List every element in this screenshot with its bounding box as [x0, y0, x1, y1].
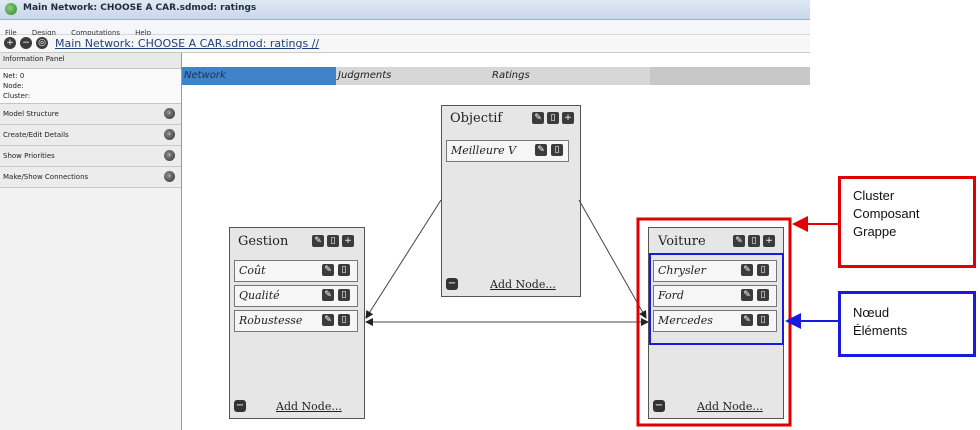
- section-model-structure[interactable]: Model Structure ›: [0, 104, 181, 125]
- annotation-line: Composant: [853, 206, 920, 221]
- expand-icon[interactable]: ›: [164, 108, 175, 119]
- edit-icon[interactable]: ✎: [733, 235, 745, 247]
- section-label: Make/Show Connections: [3, 173, 89, 181]
- delete-icon[interactable]: ▯: [757, 264, 769, 276]
- delete-icon[interactable]: ▯: [338, 264, 350, 276]
- cluster-title: Gestion: [238, 234, 289, 249]
- node-annotation-box: Nœud Éléments: [838, 291, 976, 357]
- annotation-line: Cluster: [853, 188, 895, 203]
- cluster-annotation-box: Cluster Composant Grappe: [838, 176, 976, 268]
- add-icon[interactable]: +: [342, 235, 354, 247]
- node-label: Robustesse: [239, 314, 303, 327]
- menu-bar: File Design Computations Help: [0, 20, 810, 37]
- node-meilleure-v[interactable]: Meilleure V ✎ ▯: [446, 140, 569, 162]
- cluster-voiture[interactable]: Voiture ✎ ▯ + Chrysler ✎ ▯ Ford ✎ ▯ Merc…: [648, 227, 784, 419]
- edit-icon[interactable]: ✎: [535, 144, 547, 156]
- cluster-header: Voiture ✎ ▯ +: [649, 228, 783, 252]
- section-label: Show Priorities: [3, 152, 55, 160]
- edit-icon[interactable]: ✎: [312, 235, 324, 247]
- app-logo-icon: [5, 3, 17, 15]
- info-node: Node:: [3, 82, 24, 90]
- add-node-link[interactable]: Add Node...: [490, 278, 556, 291]
- annotation-line: Éléments: [853, 323, 908, 338]
- expand-icon[interactable]: ›: [164, 150, 175, 161]
- add-node-link[interactable]: Add Node...: [276, 400, 342, 413]
- node-label: Qualité: [239, 289, 280, 302]
- edit-icon[interactable]: ✎: [741, 289, 753, 301]
- add-node-row: − Add Node...: [653, 399, 779, 415]
- title-bar: Main Network: CHOOSE A CAR.sdmod: rating…: [0, 0, 810, 20]
- tab-bar: Network Judgments Ratings: [182, 67, 810, 85]
- edit-icon[interactable]: ✎: [322, 264, 334, 276]
- section-create-edit-details[interactable]: Create/Edit Details ›: [0, 125, 181, 146]
- add-node-row: − Add Node...: [446, 277, 576, 293]
- edit-icon[interactable]: ✎: [741, 264, 753, 276]
- node-mercedes[interactable]: Mercedes ✎ ▯: [653, 310, 777, 332]
- collapse-icon[interactable]: −: [446, 278, 458, 290]
- info-cluster: Cluster:: [3, 92, 31, 100]
- collapse-icon[interactable]: −: [234, 400, 246, 412]
- delete-icon[interactable]: ▯: [748, 235, 760, 247]
- section-make-show-connections[interactable]: Make/Show Connections ›: [0, 167, 181, 188]
- app-window: Main Network: CHOOSE A CAR.sdmod: rating…: [0, 0, 810, 430]
- delete-icon[interactable]: ▯: [338, 289, 350, 301]
- node-label: Chrysler: [658, 264, 706, 277]
- network-path-link[interactable]: Main Network: CHOOSE A CAR.sdmod: rating…: [55, 37, 319, 50]
- cluster-header: Gestion ✎ ▯ +: [230, 228, 364, 252]
- tab-network[interactable]: Network: [182, 67, 336, 85]
- info-net: Net: 0: [3, 72, 25, 80]
- expand-icon[interactable]: ›: [164, 129, 175, 140]
- edit-icon[interactable]: ✎: [322, 314, 334, 326]
- delete-icon[interactable]: ▯: [338, 314, 350, 326]
- add-node-link[interactable]: Add Node...: [697, 400, 763, 413]
- delete-icon[interactable]: ▯: [547, 112, 559, 124]
- information-panel: Information Panel Net: 0 Node: Cluster: …: [0, 53, 182, 430]
- collapse-icon[interactable]: −: [653, 400, 665, 412]
- delete-icon[interactable]: ▯: [327, 235, 339, 247]
- node-label: Coût: [239, 264, 266, 277]
- add-node-row: − Add Node...: [234, 399, 360, 415]
- path-bar: + − ◎ Main Network: CHOOSE A CAR.sdmod: …: [0, 35, 810, 53]
- edit-icon[interactable]: ✎: [532, 112, 544, 124]
- add-icon[interactable]: +: [763, 235, 775, 247]
- cluster-title: Voiture: [658, 234, 706, 249]
- home-icon[interactable]: ◎: [36, 37, 48, 49]
- edit-icon[interactable]: ✎: [322, 289, 334, 301]
- node-label: Ford: [658, 289, 684, 302]
- plus-icon[interactable]: +: [4, 37, 16, 49]
- node-label: Meilleure V: [451, 144, 517, 157]
- window-title: Main Network: CHOOSE A CAR.sdmod: rating…: [23, 3, 257, 13]
- info-box: Net: 0 Node: Cluster:: [0, 69, 181, 104]
- cluster-title: Objectif: [450, 111, 503, 126]
- cluster-gestion[interactable]: Gestion ✎ ▯ + Coût ✎ ▯ Qualité ✎ ▯ Robus…: [229, 227, 365, 419]
- node-cout[interactable]: Coût ✎ ▯: [234, 260, 358, 282]
- node-label: Mercedes: [658, 314, 713, 327]
- add-icon[interactable]: +: [562, 112, 574, 124]
- node-qualite[interactable]: Qualité ✎ ▯: [234, 285, 358, 307]
- section-label: Model Structure: [3, 110, 59, 118]
- annotation-line: Grappe: [853, 224, 897, 239]
- section-label: Create/Edit Details: [3, 131, 69, 139]
- minus-icon[interactable]: −: [20, 37, 32, 49]
- delete-icon[interactable]: ▯: [757, 314, 769, 326]
- delete-icon[interactable]: ▯: [551, 144, 563, 156]
- expand-icon[interactable]: ›: [164, 171, 175, 182]
- node-chrysler[interactable]: Chrysler ✎ ▯: [653, 260, 777, 282]
- node-robustesse[interactable]: Robustesse ✎ ▯: [234, 310, 358, 332]
- panel-title: Information Panel: [0, 53, 181, 69]
- tab-judgments[interactable]: Judgments: [336, 67, 490, 85]
- node-ford[interactable]: Ford ✎ ▯: [653, 285, 777, 307]
- tab-ratings[interactable]: Ratings: [490, 67, 650, 85]
- edit-icon[interactable]: ✎: [741, 314, 753, 326]
- delete-icon[interactable]: ▯: [757, 289, 769, 301]
- section-show-priorities[interactable]: Show Priorities ›: [0, 146, 181, 167]
- cluster-objectif[interactable]: Objectif ✎ ▯ + Meilleure V ✎ ▯ − Add Nod…: [441, 105, 581, 297]
- cluster-header: Objectif ✎ ▯ +: [442, 106, 580, 130]
- annotation-line: Nœud: [853, 305, 890, 320]
